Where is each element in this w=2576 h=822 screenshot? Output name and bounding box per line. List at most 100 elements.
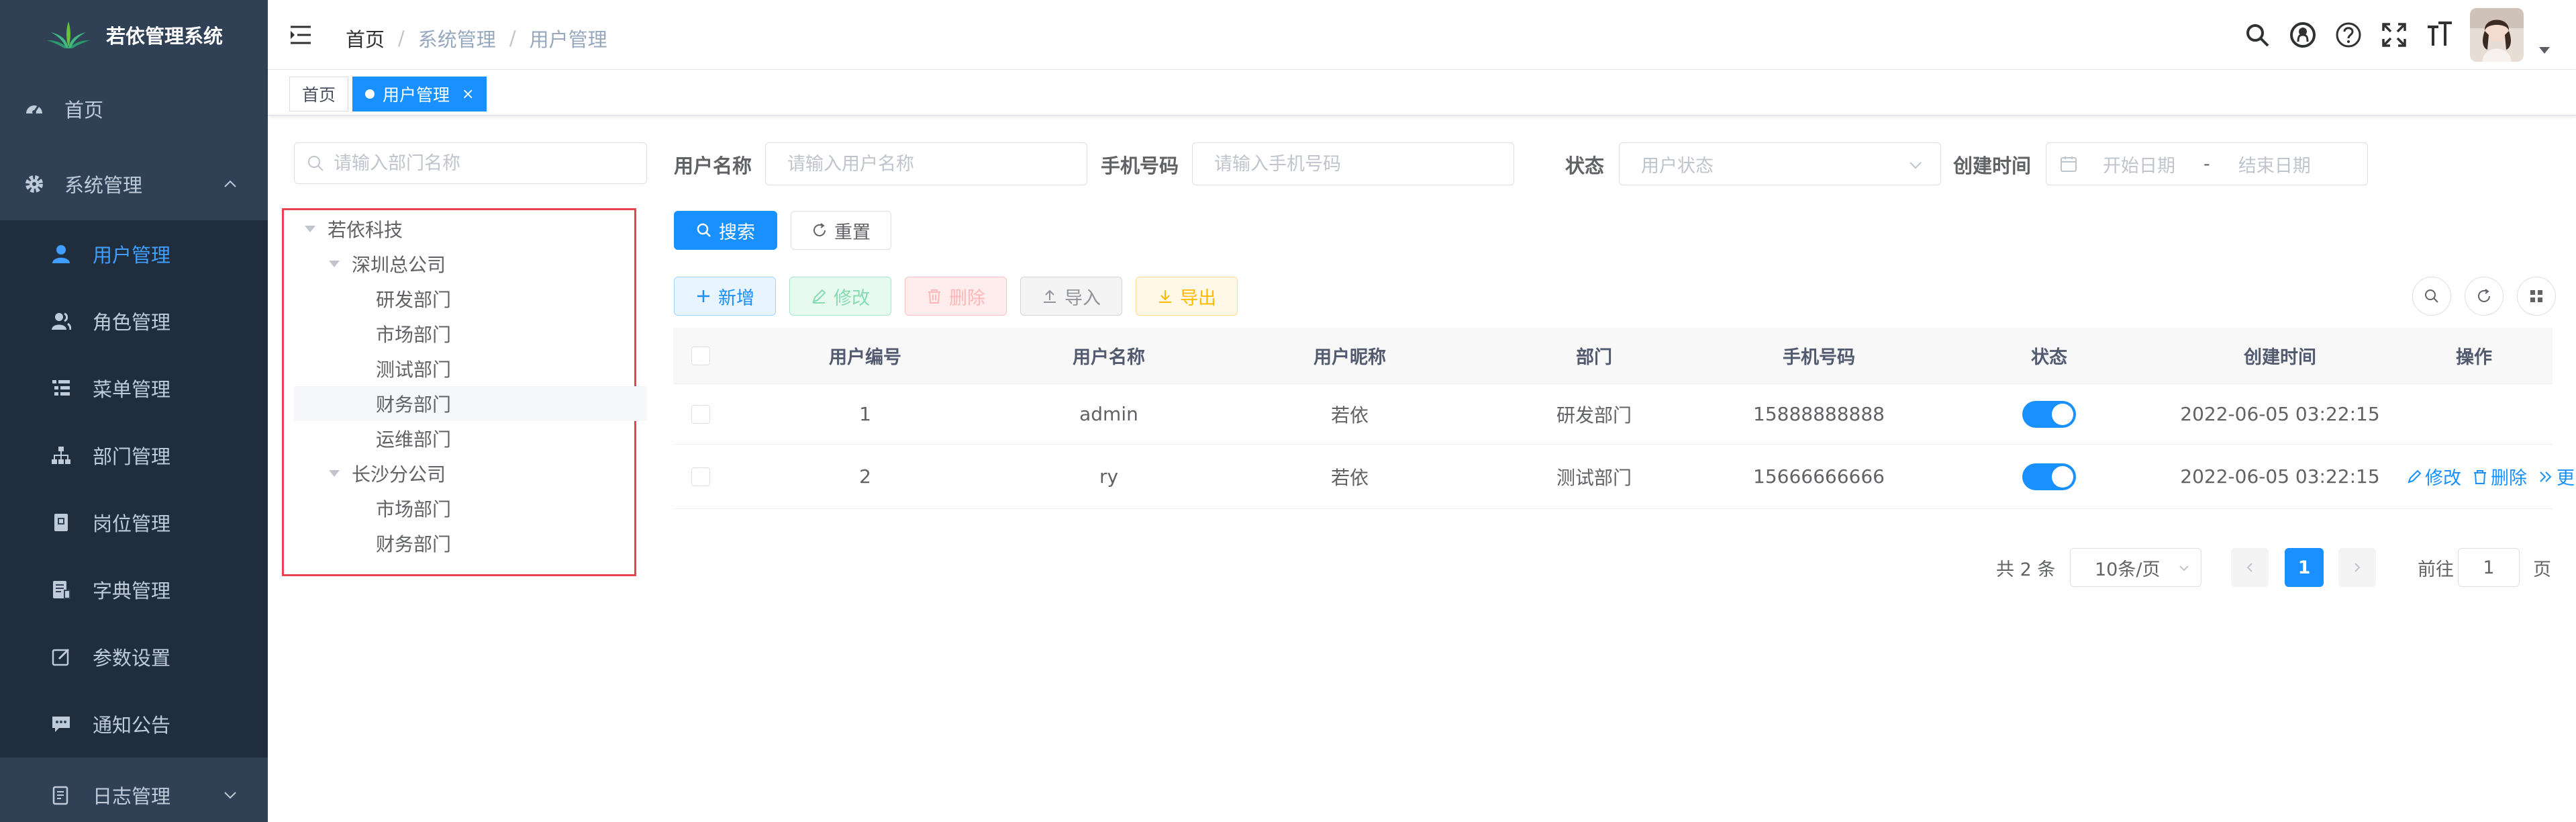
sidebar-item-users[interactable]: 用户管理 <box>0 220 268 287</box>
tree-node-caiwu[interactable]: 财务部门 <box>294 526 647 561</box>
dept-search-input[interactable] <box>334 152 629 174</box>
caret-down-icon[interactable] <box>329 261 340 267</box>
column-header[interactable]: 部门 <box>1484 328 1704 383</box>
column-header[interactable]: 手机号码 <box>1704 328 1934 383</box>
end-date-input[interactable]: 结束日期 <box>2238 151 2311 177</box>
delete-button-label: 删除 <box>949 287 985 309</box>
app-title: 若依管理系统 <box>106 24 224 48</box>
row-more-link[interactable]: 更多 <box>2538 463 2576 490</box>
help-icon[interactable] <box>2335 21 2362 48</box>
sidebar-item-notice[interactable]: 通知公告 <box>0 690 268 758</box>
next-page-button[interactable] <box>2338 548 2376 587</box>
refresh-button[interactable] <box>2465 277 2504 316</box>
sidebar-item-home[interactable]: 首页 <box>0 75 268 142</box>
delete-button[interactable]: 删除 <box>905 277 1007 316</box>
dept: 研发部门 <box>1556 404 1632 426</box>
tree-node-label: 深圳总公司 <box>352 254 446 276</box>
phone-input[interactable] <box>1214 153 1471 175</box>
nickname: 若依 <box>1330 466 1369 489</box>
sidebar-item-roles[interactable]: 角色管理 <box>0 287 268 355</box>
logo-icon <box>47 21 90 48</box>
tree-node-label: 长沙分公司 <box>352 463 446 486</box>
sidebar-item-depts[interactable]: 部门管理 <box>0 422 268 489</box>
column-header: 操作 <box>2456 347 2492 368</box>
prev-page-button[interactable] <box>2231 548 2269 587</box>
breadcrumb-current: 用户管理 <box>529 28 607 51</box>
calendar-icon <box>2061 156 2077 172</box>
status-switch[interactable] <box>2022 400 2076 428</box>
row-checkbox[interactable] <box>691 467 710 486</box>
page-size-select[interactable]: 10条/页 <box>2070 548 2201 587</box>
tree-node-ceshi[interactable]: 测试部门 <box>294 351 647 386</box>
sidebar-item-logs[interactable]: 日志管理 <box>0 762 268 822</box>
reset-button[interactable]: 重置 <box>791 211 891 250</box>
columns-button[interactable] <box>2517 277 2556 316</box>
tree-node-shichang[interactable]: 市场部门 <box>294 316 647 351</box>
tree-node-caiwu[interactable]: 财务部门 <box>294 386 647 421</box>
font-size-icon[interactable] <box>2426 21 2453 48</box>
tree-node-yunwei[interactable]: 运维部门 <box>294 421 647 456</box>
tree-node-label: 运维部门 <box>376 428 452 451</box>
created-time: 2022-06-05 03:22:15 <box>2180 465 2380 488</box>
created-time: 2022-06-05 03:22:15 <box>2180 403 2380 425</box>
username-field[interactable] <box>765 142 1087 185</box>
row-checkbox[interactable] <box>691 404 710 424</box>
username-input[interactable] <box>787 153 1044 175</box>
github-icon[interactable] <box>2289 21 2316 48</box>
tag-users[interactable]: 用户管理 × <box>352 77 487 111</box>
date-range-picker[interactable]: 开始日期 - 结束日期 <box>2046 142 2368 185</box>
sidebar-item-label: 系统管理 <box>64 174 143 197</box>
gear-icon <box>26 175 43 193</box>
hamburger-icon[interactable] <box>289 24 312 46</box>
caret-down-icon[interactable] <box>329 470 340 477</box>
select-all-checkbox[interactable] <box>691 346 710 365</box>
sidebar-item-posts[interactable]: 岗位管理 <box>0 489 268 556</box>
tag-home[interactable]: 首页 <box>289 77 349 111</box>
phone-field[interactable] <box>1192 142 1514 185</box>
tree-node-changsha[interactable]: 长沙分公司 <box>294 456 647 491</box>
breadcrumb-home[interactable]: 首页 <box>346 24 385 52</box>
status-select[interactable]: 用户状态 <box>1619 142 1941 185</box>
edit-button[interactable]: 修改 <box>789 277 891 316</box>
fullscreen-icon[interactable] <box>2381 21 2408 48</box>
import-button[interactable]: 导入 <box>1020 277 1122 316</box>
sidebar-item-dict[interactable]: 字典管理 <box>0 556 268 623</box>
avatar[interactable] <box>2470 8 2524 62</box>
phone: 15888888888 <box>1753 403 1885 425</box>
table-row[interactable]: 1 admin 若依 研发部门 15888888888 2022-06-05 0… <box>673 384 2553 445</box>
column-header[interactable]: 用户编号 <box>728 328 1002 383</box>
caret-down-icon[interactable] <box>2539 47 2550 54</box>
column-header[interactable]: 用户昵称 <box>1216 328 1484 383</box>
add-button[interactable]: 新增 <box>674 277 776 316</box>
search-button[interactable]: 搜索 <box>674 211 777 250</box>
tree-node-yanfa[interactable]: 研发部门 <box>294 281 647 316</box>
sidebar-item-config[interactable]: 参数设置 <box>0 623 268 690</box>
dept-search-field[interactable] <box>294 142 647 184</box>
export-button[interactable]: 导出 <box>1136 277 1238 316</box>
tree-node-label: 市场部门 <box>376 498 452 520</box>
status-switch[interactable] <box>2022 463 2076 490</box>
caret-down-icon[interactable] <box>305 226 315 232</box>
column-header[interactable]: 状态 <box>1934 328 2165 383</box>
tree-node-shichang[interactable]: 市场部门 <box>294 491 647 526</box>
row-delete-link[interactable]: 删除 <box>2472 463 2527 490</box>
tree-node-root[interactable]: 若依科技 <box>294 212 647 246</box>
logo[interactable]: 若依管理系统 <box>0 0 268 69</box>
goto-label: 前往 <box>2418 559 2454 580</box>
search-icon[interactable] <box>2244 21 2271 48</box>
start-date-input[interactable]: 开始日期 <box>2103 151 2175 177</box>
sidebar-item-menus[interactable]: 菜单管理 <box>0 355 268 422</box>
tree-node-shenzhen[interactable]: 深圳总公司 <box>294 246 647 281</box>
sidebar-item-system[interactable]: 系统管理 <box>0 150 268 218</box>
toggle-search-button[interactable] <box>2412 277 2451 316</box>
row-edit-link[interactable]: 修改 <box>2406 463 2461 490</box>
table-row[interactable]: 2 ry 若依 测试部门 15666666666 2022-06-05 03:2… <box>673 445 2576 509</box>
column-header[interactable]: 创建时间 <box>2165 328 2395 383</box>
close-icon[interactable]: × <box>462 86 474 103</box>
chevron-up-icon <box>224 180 236 187</box>
sidebar-item-label: 字典管理 <box>93 580 171 602</box>
column-header[interactable]: 用户名称 <box>1002 328 1216 383</box>
goto-page-input[interactable]: 1 <box>2458 548 2520 587</box>
page-number-current[interactable]: 1 <box>2285 548 2324 587</box>
row-select-cell <box>673 445 728 508</box>
